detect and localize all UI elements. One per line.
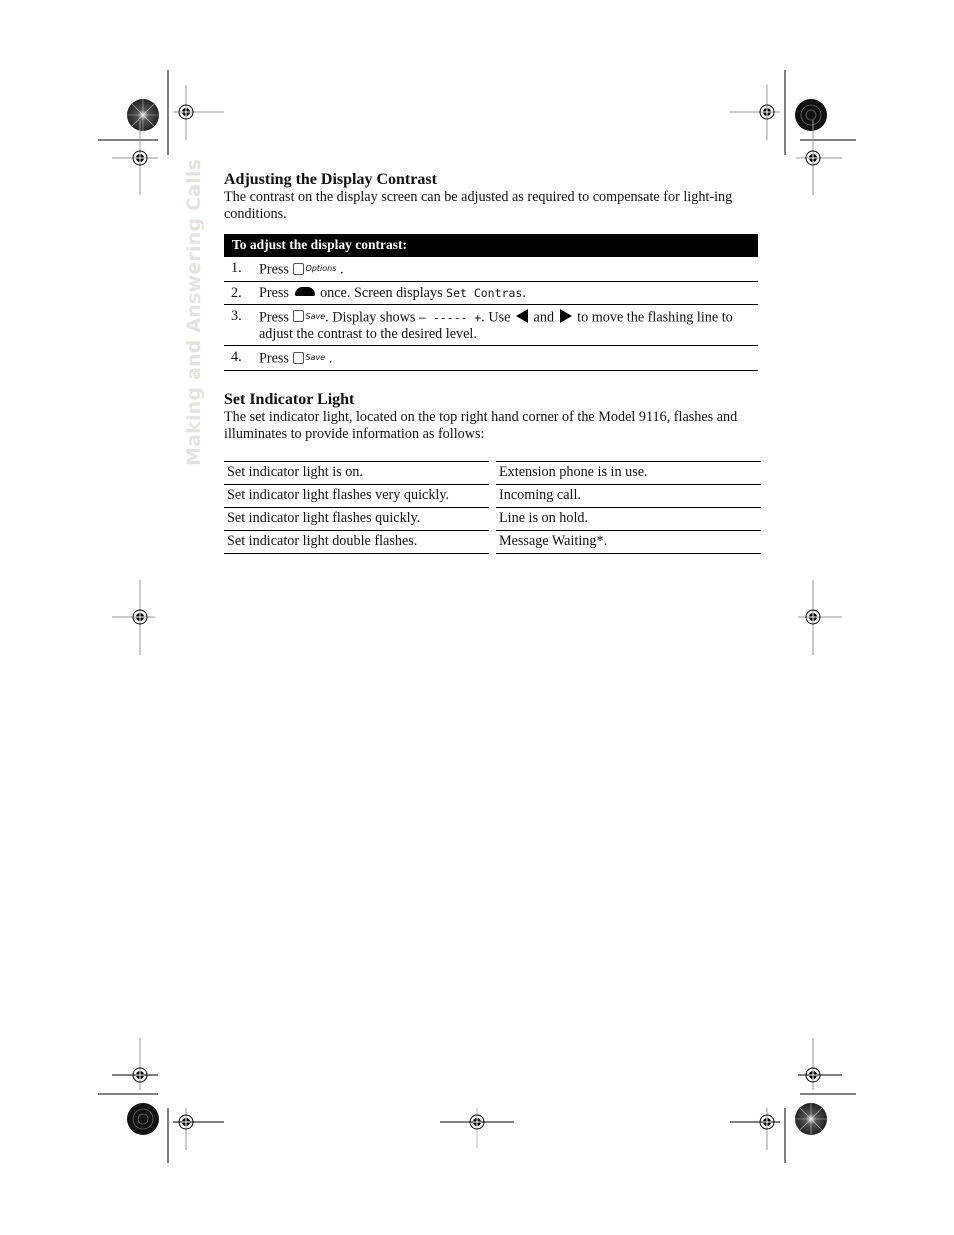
indicator-meaning: Message Waiting*. xyxy=(496,529,761,554)
softkey-icon xyxy=(292,351,304,364)
right-arrow-key-icon xyxy=(559,309,572,323)
lcd-text: Set Contras xyxy=(446,285,523,300)
softkey-icon xyxy=(292,310,304,322)
step-number: 1. xyxy=(231,260,242,276)
step-text: . Display shows xyxy=(325,309,416,325)
procedure-step: 4. Press Save . xyxy=(224,346,758,371)
lcd-text: – ----- + xyxy=(418,310,482,324)
step-text: Press xyxy=(259,261,289,278)
indicator-status-table: Set indicator light is on. Extension pho… xyxy=(224,460,761,554)
procedure-step: 1. Press Options . xyxy=(224,257,758,282)
indicator-meaning: Incoming call. xyxy=(496,483,761,507)
indicator-meaning: Extension phone is in use. xyxy=(496,460,761,484)
options-softkey: Options xyxy=(292,260,336,277)
section-set-indicator-light: Set Indicator Light The set indicator li… xyxy=(224,390,761,554)
left-arrow-key-icon xyxy=(516,309,528,323)
section-intro: The contrast on the display screen can b… xyxy=(224,189,733,222)
section-intro: The set indicator light, located on the … xyxy=(224,408,738,442)
softkey-icon xyxy=(292,262,304,275)
step-text: . xyxy=(339,261,344,278)
concentric-target-icon xyxy=(127,1103,159,1135)
up-dome-key-icon xyxy=(294,286,315,296)
procedure-step: 3. Press Save. Display shows – ----- +. … xyxy=(224,305,758,346)
step-text: Press xyxy=(259,309,289,325)
step-text: Press xyxy=(259,284,289,301)
chapter-side-tab: Making and Answering Calls xyxy=(183,158,205,466)
indicator-state: Set indicator light flashes quickly. xyxy=(224,506,489,530)
save-softkey: Save xyxy=(292,308,325,325)
indicator-state: Set indicator light is on. xyxy=(224,460,489,484)
save-softkey: Save xyxy=(292,349,325,366)
section-title: Adjusting the Display Contrast xyxy=(224,171,437,188)
step-text: . xyxy=(328,350,333,367)
indicator-state: Set indicator light double flashes. xyxy=(224,529,489,554)
page-content: Adjusting the Display Contrast The contr… xyxy=(224,170,761,554)
indicator-state: Set indicator light flashes very quickly… xyxy=(224,483,489,507)
section-title: Set Indicator Light xyxy=(224,390,355,408)
concentric-target-icon xyxy=(795,99,827,131)
section-display-contrast: Adjusting the Display Contrast The contr… xyxy=(224,170,759,371)
indicator-meaning: Line is on hold. xyxy=(496,506,761,530)
step-number: 4. xyxy=(231,349,242,365)
procedure-step: 2. Press once. Screen displays Set Contr… xyxy=(224,282,758,305)
step-number: 3. xyxy=(231,307,242,324)
step-number: 2. xyxy=(231,284,242,301)
procedure-table: To adjust the display contrast: 1. Press… xyxy=(224,234,758,371)
step-text: once. Screen displays xyxy=(320,284,443,301)
procedure-header: To adjust the display contrast: xyxy=(224,234,758,257)
step-text: Press xyxy=(259,350,289,367)
